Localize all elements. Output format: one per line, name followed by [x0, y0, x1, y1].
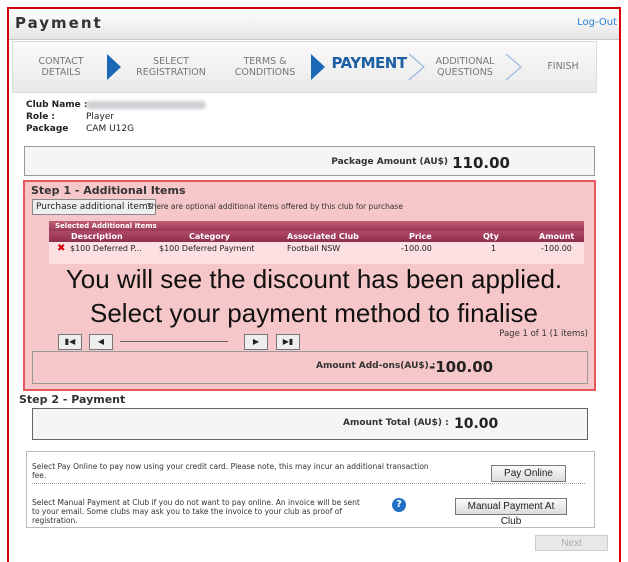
next-page-icon[interactable]: ▶ — [244, 334, 268, 350]
role-value: Player — [86, 112, 115, 122]
step-arrow-icon — [107, 54, 121, 80]
role-label: Role : — [26, 112, 56, 122]
row-club: Football NSW — [287, 244, 341, 253]
col-associated-club[interactable]: Associated Club — [287, 231, 359, 242]
remove-item-icon[interactable]: ✖ — [57, 244, 66, 254]
row-category: $100 Deferred Payment — [159, 244, 255, 253]
selected-items-grid: Selected Additional Items Description Ca… — [49, 221, 584, 264]
page-title: Payment — [15, 14, 103, 32]
grid-caption: Selected Additional Items — [49, 221, 584, 231]
package-amount-label: Package Amount (AU$) — [331, 157, 448, 167]
next-button[interactable]: Next — [535, 535, 608, 551]
package-label: Package — [26, 124, 69, 134]
step-arrow-outline-icon — [408, 53, 425, 81]
grid-header: Description Category Associated Club Pri… — [49, 231, 584, 242]
package-value: CAM U12G — [86, 124, 135, 134]
step-select-registration: SELECT REGISTRATION — [136, 56, 206, 78]
step-arrow-outline-icon — [505, 53, 522, 81]
amount-total-box: Amount Total (AU$) : 10.00 — [32, 408, 588, 440]
row-amount: -100.00 — [541, 244, 572, 253]
package-amount-value: 110.00 — [452, 154, 510, 172]
pay-online-text: Select Pay Online to pay now using your … — [32, 462, 429, 480]
pager-info: Page 1 of 1 (1 items) — [499, 329, 588, 339]
col-price[interactable]: Price — [409, 231, 432, 242]
club-name-label: Club Name : — [26, 100, 88, 110]
payment-options-box: Select Pay Online to pay now using your … — [26, 451, 595, 528]
prev-page-icon[interactable]: ◀ — [89, 334, 113, 350]
col-amount[interactable]: Amount — [539, 231, 574, 242]
row-description: $100 Deferred P... — [70, 244, 142, 253]
title-bar: Payment Log-Out — [9, 9, 619, 40]
overlay-caption-line1: You will see the discount has been appli… — [65, 264, 563, 294]
overlay-caption-line2: Select your payment method to finalise — [89, 298, 539, 328]
row-qty: 1 — [491, 244, 497, 253]
manual-payment-button[interactable]: Manual Payment At Club — [455, 498, 567, 527]
manual-payment-text: Select Manual Payment at Club if you do … — [32, 498, 360, 525]
step2-heading: Step 2 - Payment — [19, 393, 126, 406]
addons-amount-label: Amount Add-ons(AU$) : — [316, 361, 436, 371]
package-amount-box: Package Amount (AU$) 110.00 — [24, 146, 595, 176]
last-page-icon[interactable]: ▶▮ — [276, 334, 300, 350]
divider — [32, 483, 585, 484]
first-page-icon[interactable]: ▮◀ — [58, 334, 82, 350]
progress-steps: CONTACT DETAILS SELECT REGISTRATION TERMS … — [12, 41, 597, 93]
step-payment-current: PAYMENT — [331, 54, 407, 72]
step1-heading: Step 1 - Additional Items — [31, 184, 186, 197]
logout-link[interactable]: Log-Out — [577, 17, 617, 28]
pay-online-button[interactable]: Pay Online — [491, 465, 566, 482]
additional-items-note: There are optional additional items offe… — [147, 202, 403, 211]
step-terms-conditions: TERMS & CONDITIONS — [234, 56, 296, 78]
step-contact-details: CONTACT DETAILS — [38, 56, 84, 78]
col-qty[interactable]: Qty — [483, 231, 499, 242]
col-category[interactable]: Category — [189, 231, 230, 242]
addons-amount-value: -100.00 — [429, 358, 494, 376]
addons-amount-box: Amount Add-ons(AU$) : -100.00 — [32, 351, 588, 384]
table-row: ✖ $100 Deferred P... $100 Deferred Payme… — [49, 243, 584, 254]
step-arrow-icon — [311, 54, 325, 80]
step-finish: FINISH — [547, 61, 579, 72]
amount-total-value: 10.00 — [454, 416, 499, 432]
club-name-value-redacted — [86, 100, 206, 109]
amount-total-label: Amount Total (AU$) : — [343, 418, 449, 428]
row-price: -100.00 — [401, 244, 432, 253]
col-description[interactable]: Description — [71, 231, 123, 242]
purchase-additional-items-button[interactable]: Purchase additional items — [32, 199, 157, 215]
pager-slider[interactable] — [120, 341, 228, 342]
help-icon[interactable]: ? — [392, 498, 406, 512]
step-additional-questions: ADDITIONAL QUESTIONS — [435, 56, 495, 78]
